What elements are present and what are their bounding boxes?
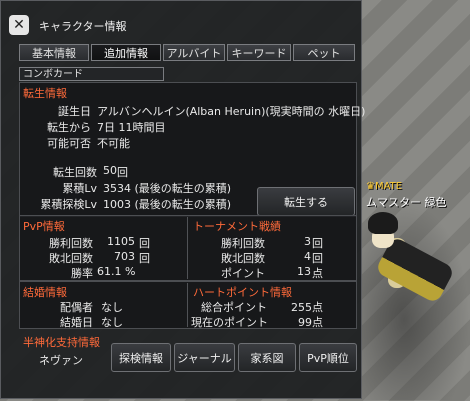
heart-current-label: 現在のポイント: [191, 316, 268, 329]
total-level-label: 累積Lv: [62, 182, 97, 195]
character-info-window: ✕ キャラクター情報 基本情報 追加情報 アルバイト キーワード ペット コンボ…: [0, 0, 366, 399]
pvp-rate-value: 61.1 %: [97, 265, 136, 278]
tournament-title: トーナメント戦績: [193, 220, 281, 233]
window-title: キャラクター情報: [39, 20, 127, 33]
possible-value: 不可能: [97, 137, 130, 150]
marriage-date-value: なし: [101, 316, 123, 329]
column-divider: [187, 217, 188, 279]
tab-keywords[interactable]: キーワード: [227, 44, 291, 61]
npc-guild-name: MATE: [374, 181, 403, 192]
demigod-support-value: ネヴァン: [39, 354, 83, 367]
column-divider-2: [187, 283, 188, 327]
rebirth-count-label: 転生回数: [53, 166, 97, 179]
tournament-wins-value: 3: [304, 235, 311, 248]
close-icon[interactable]: ✕: [9, 15, 29, 35]
marriage-title: 結婚情報: [23, 286, 67, 299]
title-bar[interactable]: ✕ キャラクター情報: [1, 1, 361, 41]
spouse-label: 配偶者: [60, 301, 93, 314]
total-level-value: 3534 (最後の転生の累積): [103, 182, 232, 195]
pvp-wins-value: 1105: [107, 235, 135, 248]
rebirth-button[interactable]: 転生する: [257, 187, 355, 216]
birthday-label: 誕生日: [58, 105, 91, 118]
npc-head[interactable]: [368, 212, 398, 234]
tournament-losses-label: 敗北回数: [221, 252, 265, 265]
pvp-losses-value: 703: [114, 250, 135, 263]
pvp-losses-label: 敗北回数: [49, 252, 93, 265]
demigod-support-title: 半神化支持情報: [23, 336, 100, 349]
pvp-wins-label: 勝利回数: [49, 237, 93, 250]
rebirth-count-value: 50: [103, 164, 117, 177]
exploration-info-button[interactable]: 探検情報: [111, 343, 171, 372]
family-tree-button[interactable]: 家系図: [238, 343, 296, 372]
tab-combo-card[interactable]: コンボカード: [19, 67, 164, 81]
npc-guild-tag: ♛MATE: [366, 181, 403, 192]
pvp-ranking-button[interactable]: PvP順位: [299, 343, 357, 372]
tab-additional-info[interactable]: 追加情報: [91, 44, 161, 61]
heart-total-label: 総合ポイント: [201, 301, 267, 314]
birthday-value: アルバンヘルイン(Alban Heruin)(現実時間の 水曜日): [97, 105, 366, 118]
pvp-title: PvP情報: [23, 220, 65, 233]
pvp-rate-label: 勝率: [71, 267, 93, 280]
tournament-points-value: 13: [297, 265, 311, 278]
tournament-wins-unit: 回: [312, 237, 323, 250]
marriage-date-label: 結婚日: [60, 316, 93, 329]
tab-part-time[interactable]: アルバイト: [163, 44, 225, 61]
rebirth-count-unit: 回: [117, 166, 128, 179]
total-explore-level-label: 累積探検Lv: [40, 198, 97, 211]
heart-total-value: 255点: [291, 301, 323, 314]
heart-point-title: ハートポイント情報: [193, 286, 292, 299]
tournament-points-unit: 点: [312, 267, 323, 280]
tournament-points-label: ポイント: [221, 267, 265, 280]
since-rebirth-label: 転生から: [47, 121, 91, 134]
tab-basic-info[interactable]: 基本情報: [19, 44, 89, 61]
possible-label: 可能可否: [47, 137, 91, 150]
rebirth-title: 転生情報: [23, 87, 67, 100]
heart-current-value: 99点: [298, 316, 323, 329]
since-rebirth-value: 7日 11時間目: [97, 121, 166, 134]
pvp-losses-unit: 回: [139, 252, 150, 265]
journal-button[interactable]: ジャーナル: [174, 343, 235, 372]
total-explore-level-value: 1003 (最後の転生の累積): [103, 198, 232, 211]
tournament-losses-unit: 回: [312, 252, 323, 265]
tab-pet[interactable]: ペット: [293, 44, 355, 61]
spouse-value: なし: [101, 301, 123, 314]
tournament-losses-value: 4: [304, 250, 311, 263]
tournament-wins-label: 勝利回数: [221, 237, 265, 250]
pvp-wins-unit: 回: [139, 237, 150, 250]
npc-title: ムマスター 緑色: [366, 196, 447, 209]
